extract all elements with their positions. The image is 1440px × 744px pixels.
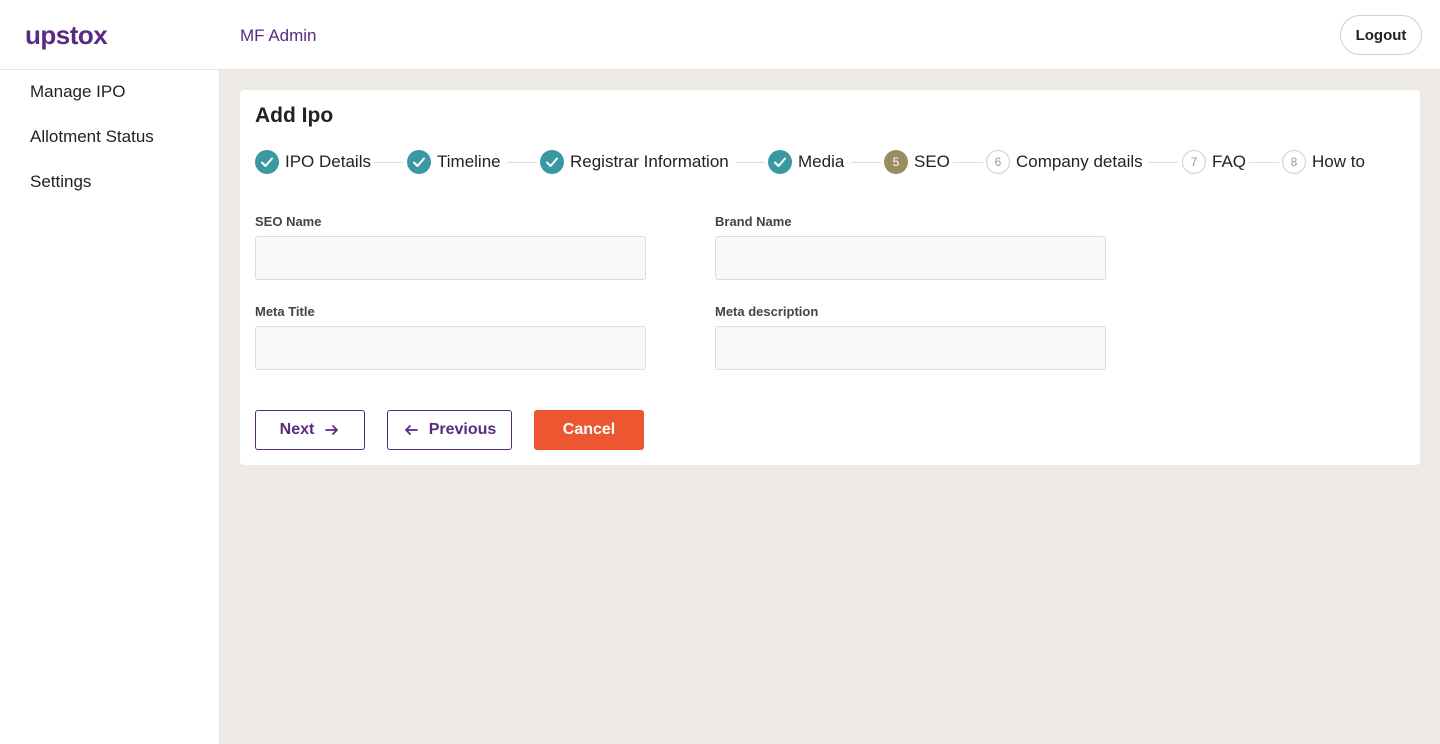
step-registrar-information[interactable]: Registrar Information	[540, 150, 729, 174]
page-title: Add Ipo	[255, 104, 334, 127]
step-label: IPO Details	[285, 152, 371, 171]
step-label: SEO	[914, 152, 950, 171]
step-how-to[interactable]: 8 How to	[1282, 150, 1365, 174]
check-icon	[540, 150, 564, 174]
step-timeline[interactable]: Timeline	[407, 150, 501, 174]
main-content: Add Ipo IPO Details Timeline Registrar I…	[220, 70, 1440, 744]
step-label: Registrar Information	[570, 152, 729, 171]
stepper: IPO Details Timeline Registrar Informati…	[255, 150, 1415, 174]
brand-name-input[interactable]	[715, 236, 1106, 280]
sidebar: Manage IPO Allotment Status Settings	[0, 70, 220, 744]
step-number: 6	[986, 150, 1010, 174]
step-media[interactable]: Media	[768, 150, 844, 174]
next-button[interactable]: Next	[255, 410, 365, 450]
step-company-details[interactable]: 6 Company details	[986, 150, 1143, 174]
seo-name-input[interactable]	[255, 236, 646, 280]
add-ipo-card: Add Ipo IPO Details Timeline Registrar I…	[240, 90, 1420, 465]
meta-description-input[interactable]	[715, 326, 1106, 370]
step-label: Timeline	[437, 152, 501, 171]
step-label: Company details	[1016, 152, 1143, 171]
step-connector	[953, 162, 983, 163]
upstox-logo[interactable]: upstox	[25, 20, 108, 51]
arrow-left-icon	[403, 422, 419, 438]
step-label: FAQ	[1212, 152, 1247, 171]
top-header: upstox MF Admin Logout	[0, 0, 1440, 70]
step-number: 5	[884, 150, 908, 174]
app-title: MF Admin	[240, 26, 317, 45]
step-number: 7	[1182, 150, 1206, 174]
step-label: Media	[798, 152, 845, 171]
step-label: How to	[1312, 152, 1365, 171]
previous-button[interactable]: Previous	[387, 410, 512, 450]
step-connector	[507, 162, 537, 163]
brand-name-label: Brand Name	[715, 214, 792, 229]
sidebar-item-allotment-status[interactable]: Allotment Status	[30, 127, 154, 147]
step-faq[interactable]: 7 FAQ	[1182, 150, 1246, 174]
step-connector	[735, 162, 765, 163]
sidebar-item-manage-ipo[interactable]: Manage IPO	[30, 82, 125, 102]
step-connector	[373, 162, 403, 163]
step-seo[interactable]: 5 SEO	[884, 150, 950, 174]
sidebar-item-settings[interactable]: Settings	[30, 172, 91, 192]
cancel-button[interactable]: Cancel	[534, 410, 644, 450]
step-ipo-details[interactable]: IPO Details	[255, 150, 371, 174]
step-connector	[851, 162, 881, 163]
step-connector	[1148, 162, 1178, 163]
step-connector	[1249, 162, 1279, 163]
next-button-label: Next	[279, 421, 315, 438]
meta-description-label: Meta description	[715, 304, 819, 319]
seo-name-label: SEO Name	[255, 214, 322, 229]
check-icon	[768, 150, 792, 174]
logout-button[interactable]: Logout	[1340, 15, 1422, 55]
step-number: 8	[1282, 150, 1306, 174]
check-icon	[255, 150, 279, 174]
arrow-right-icon	[324, 422, 340, 438]
previous-button-label: Previous	[428, 421, 497, 438]
check-icon	[407, 150, 431, 174]
meta-title-input[interactable]	[255, 326, 646, 370]
meta-title-label: Meta Title	[255, 304, 315, 319]
